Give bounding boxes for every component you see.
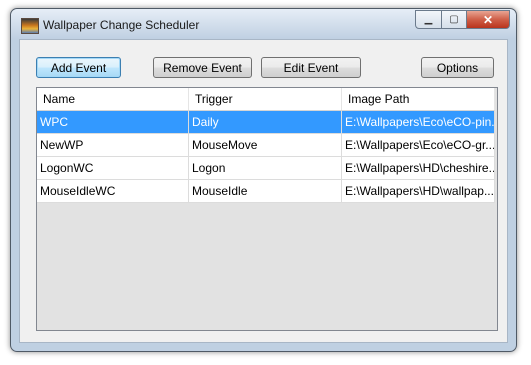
cell-image-path: E:\Wallpapers\Eco\eCO-gr... [342,134,495,156]
list-rows: WPC Daily E:\Wallpapers\Eco\eCO-pin... N… [37,111,495,203]
list-header: Name Trigger Image Path [37,88,495,111]
remove-event-button[interactable]: Remove Event [153,57,252,78]
minimize-icon: ▁ [424,13,433,25]
column-header-trigger[interactable]: Trigger [189,88,342,110]
table-row[interactable]: NewWP MouseMove E:\Wallpapers\Eco\eCO-gr… [37,134,495,157]
cell-trigger: Logon [189,157,342,179]
cell-trigger: MouseIdle [189,180,342,202]
app-window: Wallpaper Change Scheduler ▁ ▢ ✕ Add Eve… [10,8,517,352]
title-bar[interactable]: Wallpaper Change Scheduler ▁ ▢ ✕ [11,9,516,39]
table-row[interactable]: LogonWC Logon E:\Wallpapers\HD\cheshire.… [37,157,495,180]
cell-name: MouseIdleWC [37,180,189,202]
cell-image-path: E:\Wallpapers\HD\wallpap... [342,180,495,202]
wallpaper-app-icon[interactable] [21,18,39,34]
close-button[interactable]: ✕ [467,10,510,29]
cell-name: WPC [37,111,189,133]
table-row[interactable]: WPC Daily E:\Wallpapers\Eco\eCO-pin... [37,111,495,134]
close-icon: ✕ [482,12,494,27]
column-header-image-path[interactable]: Image Path [342,88,495,110]
cell-trigger: MouseMove [189,134,342,156]
cell-image-path: E:\Wallpapers\Eco\eCO-pin... [342,111,495,133]
cell-image-path: E:\Wallpapers\HD\cheshire... [342,157,495,179]
client-area: Add Event Remove Event Edit Event Option… [19,39,508,343]
options-button[interactable]: Options [421,57,494,78]
window-title: Wallpaper Change Scheduler [43,18,200,32]
cell-name: LogonWC [37,157,189,179]
event-list[interactable]: Name Trigger Image Path WPC Daily E:\Wal… [36,87,498,331]
maximize-icon: ▢ [449,13,459,25]
cell-name: NewWP [37,134,189,156]
add-event-button[interactable]: Add Event [36,57,121,78]
column-header-name[interactable]: Name [37,88,189,110]
minimize-button[interactable]: ▁ [415,10,442,29]
cell-trigger: Daily [189,111,342,133]
caption-buttons: ▁ ▢ ✕ [415,10,510,29]
edit-event-button[interactable]: Edit Event [261,57,361,78]
table-row[interactable]: MouseIdleWC MouseIdle E:\Wallpapers\HD\w… [37,180,495,203]
maximize-button[interactable]: ▢ [442,10,467,29]
